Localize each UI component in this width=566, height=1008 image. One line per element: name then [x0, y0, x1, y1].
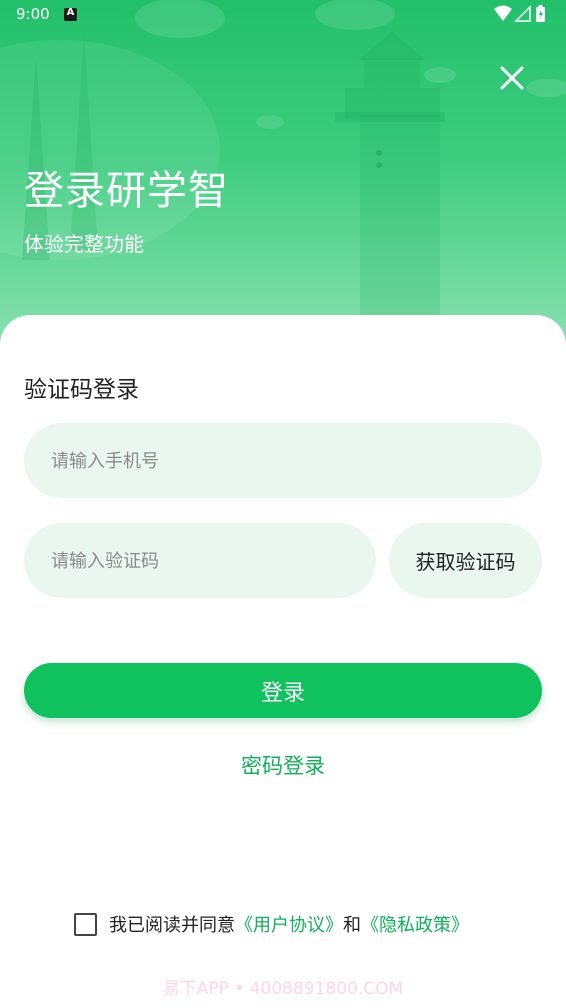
wifi-icon	[494, 5, 512, 21]
privacy-policy-link[interactable]: 《隐私政策》	[361, 911, 469, 937]
header-banner: 9:00 A 登录研学智 体验完整功能	[0, 0, 566, 360]
agreement-conjunction: 和	[343, 915, 361, 936]
a-badge-icon: A	[64, 7, 77, 21]
close-icon	[500, 66, 524, 90]
get-code-button[interactable]: 获取验证码	[389, 523, 542, 598]
watermark: 易下APP • 4008891800.COM	[162, 979, 404, 999]
status-time: 9:00	[16, 5, 50, 23]
phone-field[interactable]	[24, 423, 542, 500]
password-login-link[interactable]: 密码登录	[0, 750, 566, 780]
section-title: 验证码登录	[24, 377, 139, 403]
agreement-row: 我已阅读并同意 《用户协议》 和 《隐私政策》	[74, 910, 469, 938]
agreement-prefix: 我已阅读并同意	[109, 915, 235, 936]
battery-icon	[536, 5, 545, 22]
login-button[interactable]: 登录	[24, 663, 542, 718]
page-title: 登录研学智	[24, 168, 229, 214]
signal-icon	[514, 5, 531, 22]
agreement-checkbox[interactable]	[74, 912, 97, 936]
user-agreement-link[interactable]: 《用户协议》	[235, 911, 343, 937]
phone-input[interactable]	[49, 423, 523, 500]
code-field[interactable]	[24, 523, 376, 600]
page-subtitle: 体验完整功能	[24, 232, 144, 256]
login-card	[0, 315, 566, 1008]
close-button[interactable]	[492, 58, 532, 98]
status-icons	[492, 4, 552, 24]
status-bar: 9:00 A	[0, 0, 566, 30]
code-input[interactable]	[49, 523, 363, 600]
